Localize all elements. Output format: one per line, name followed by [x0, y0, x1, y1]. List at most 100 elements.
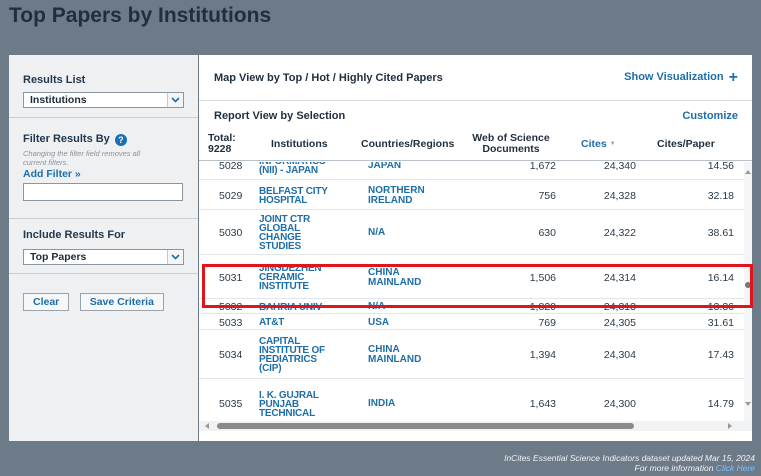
documents-cell[interactable]: 756 [479, 190, 556, 202]
country-line: CHINA [368, 266, 400, 278]
report-view-bar: Report View by Selection Customize [199, 105, 752, 127]
institution-link[interactable]: AT&T [259, 317, 354, 328]
documents-cell[interactable]: 1,506 [479, 272, 556, 284]
dataset-updated-text: InCites Essential Science Indicators dat… [504, 453, 755, 463]
include-select[interactable]: Top Papers [23, 249, 184, 265]
vertical-scrollbar[interactable] [744, 162, 752, 424]
country-link[interactable]: INDIA [368, 399, 395, 409]
criteria-buttons: Clear Save Criteria [9, 274, 198, 311]
filter-input[interactable] [23, 183, 183, 201]
cites-cell[interactable]: 24,300 [559, 398, 636, 410]
documents-header-line2: Documents [482, 143, 540, 155]
documents-header[interactable]: Web of Science Documents [472, 133, 550, 155]
institution-line: AT&T [259, 317, 285, 328]
results-list-section: Results List Institutions [9, 55, 198, 118]
cites-per-paper-cell: 14.56 [707, 162, 734, 172]
cites-cell[interactable]: 24,322 [559, 227, 636, 239]
cites-per-paper-cell: 38.61 [707, 227, 734, 239]
table-row: 5035 I. K. GUJRAL PUNJAB TECHNICAL INDIA 1,64… [199, 380, 744, 424]
help-icon[interactable]: ? [114, 134, 127, 146]
show-visualization-link[interactable]: Show Visualization + [624, 69, 738, 87]
documents-cell[interactable]: 1,672 [479, 162, 556, 172]
country-link[interactable]: CHINA MAINLAND [368, 345, 421, 365]
cites-per-paper-cell: 16.14 [707, 271, 734, 284]
documents-cell[interactable]: 1,820 [479, 301, 556, 313]
filter-section: Filter Results By ? Changing the filter … [9, 118, 198, 219]
institution-link[interactable]: BAHRIA UNIV [259, 302, 354, 312]
cites-cell[interactable]: 24,340 [559, 162, 636, 172]
country-line: NORTHERN [368, 184, 425, 196]
country-line: JAPAN [368, 162, 402, 171]
country-link[interactable]: N/A [368, 228, 385, 238]
scroll-down-icon[interactable] [744, 400, 752, 408]
customize-link[interactable]: Customize [682, 110, 738, 122]
country-link[interactable]: N/A [368, 302, 385, 312]
clear-button[interactable]: Clear [23, 293, 70, 311]
cites-cell[interactable]: 24,305 [559, 317, 636, 329]
include-heading: Include Results For [23, 229, 126, 241]
horizontal-scroll-thumb[interactable] [217, 423, 634, 429]
institution-link[interactable]: INFORMATICS(NII) - JAPAN [259, 162, 354, 176]
documents-cell[interactable]: 1,394 [479, 349, 556, 361]
click-here-link[interactable]: Click Here [716, 463, 755, 473]
country-link[interactable]: USA [368, 317, 389, 328]
results-list-select[interactable]: Institutions [23, 92, 184, 108]
scroll-left-icon[interactable] [203, 421, 211, 431]
save-criteria-button[interactable]: Save Criteria [79, 293, 164, 311]
cites-cell[interactable]: 24,304 [559, 349, 636, 361]
rank-cell: 5028 [219, 162, 243, 172]
cites-per-paper-cell: 32.18 [707, 189, 734, 202]
table-row: 5028 INFORMATICS(NII) - JAPAN JAPAN 1,67224… [199, 162, 744, 180]
country-link[interactable]: NORTHERN IRELAND [368, 184, 425, 206]
table-row: 5033 AT&T USA 769 24,305 31.61 [199, 315, 744, 330]
more-info-line: For more information Click Here [504, 463, 755, 473]
main-panel: Map View by Top / Hot / Highly Cited Pap… [199, 55, 752, 441]
table-header: Total: 9228 Institutions Countries/Regio… [199, 129, 752, 161]
report-view-label: Report View by Selection [214, 110, 346, 122]
cites-per-paper-header[interactable]: Cites/Paper [657, 139, 715, 150]
institution-link[interactable]: JOINT CTR GLOBAL CHANGE STUDIES [259, 215, 354, 252]
filter-heading: Filter Results By ? [23, 133, 184, 146]
plus-icon: + [728, 68, 738, 86]
table-row: 5032 BAHRIA UNIV N/A 1,820 24,313 13.36 [199, 300, 744, 314]
add-filter-link[interactable]: Add Filter » [23, 168, 184, 180]
filter-heading-label: Filter Results By [23, 133, 110, 145]
institutions-header[interactable]: Institutions [271, 139, 328, 150]
cites-per-paper-cell: 31.61 [707, 316, 734, 329]
cites-cell[interactable]: 24,313 [559, 301, 636, 313]
institution-link[interactable]: I. K. GUJRAL PUNJAB TECHNICAL [259, 390, 354, 419]
rank-cell: 5035 [219, 398, 243, 410]
include-section: Include Results For Top Papers [9, 219, 198, 274]
country-line: IRELAND [368, 194, 413, 206]
chevron-down-icon [167, 250, 183, 264]
results-list-selected: Institutions [30, 94, 87, 106]
institution-line: TECHNICAL [259, 407, 315, 419]
rank-cell: 5029 [219, 189, 243, 202]
documents-cell[interactable]: 630 [479, 227, 556, 239]
documents-cell[interactable]: 1,643 [479, 398, 556, 410]
cites-cell[interactable]: 24,314 [559, 272, 636, 284]
countries-header[interactable]: Countries/Regions [361, 139, 454, 150]
rank-cell: 5031 [219, 271, 243, 284]
horizontal-scrollbar[interactable] [199, 421, 752, 431]
filter-note-line1: Changing the filter field removes all [23, 149, 141, 158]
institution-link[interactable]: BELFAST CITY HOSPITAL [259, 186, 354, 205]
documents-cell[interactable]: 769 [479, 317, 556, 329]
country-link[interactable]: JAPAN [368, 162, 401, 171]
institution-line: (CIP) [259, 363, 282, 374]
institution-link[interactable]: JINGDEZHEN CERAMIC INSTITUTE [259, 264, 354, 292]
cites-cell[interactable]: 24,328 [559, 190, 636, 202]
country-link[interactable]: CHINA MAINLAND [368, 266, 421, 288]
cites-per-paper-cell: 17.43 [707, 349, 734, 361]
institution-link[interactable]: CAPITAL INSTITUTE OF PEDIATRICS (CIP) [259, 337, 354, 374]
cites-header[interactable]: Cites ▼ [581, 139, 616, 150]
table-row: 5031 JINGDEZHEN CERAMIC INSTITUTE CHINA MAINL… [199, 256, 744, 299]
institution-line: (NII) - JAPAN [259, 165, 318, 176]
rank-cell: 5032 [219, 301, 243, 313]
table-row: 5029 BELFAST CITY HOSPITAL NORTHERN IRELAND 7… [199, 181, 744, 210]
scroll-right-icon[interactable] [726, 421, 734, 431]
rank-cell: 5030 [219, 227, 243, 239]
scroll-up-icon[interactable] [744, 168, 752, 176]
vertical-scroll-thumb[interactable] [745, 282, 751, 288]
table-row: 5030 JOINT CTR GLOBAL CHANGE STUDIES N/A 630 24… [199, 211, 744, 255]
